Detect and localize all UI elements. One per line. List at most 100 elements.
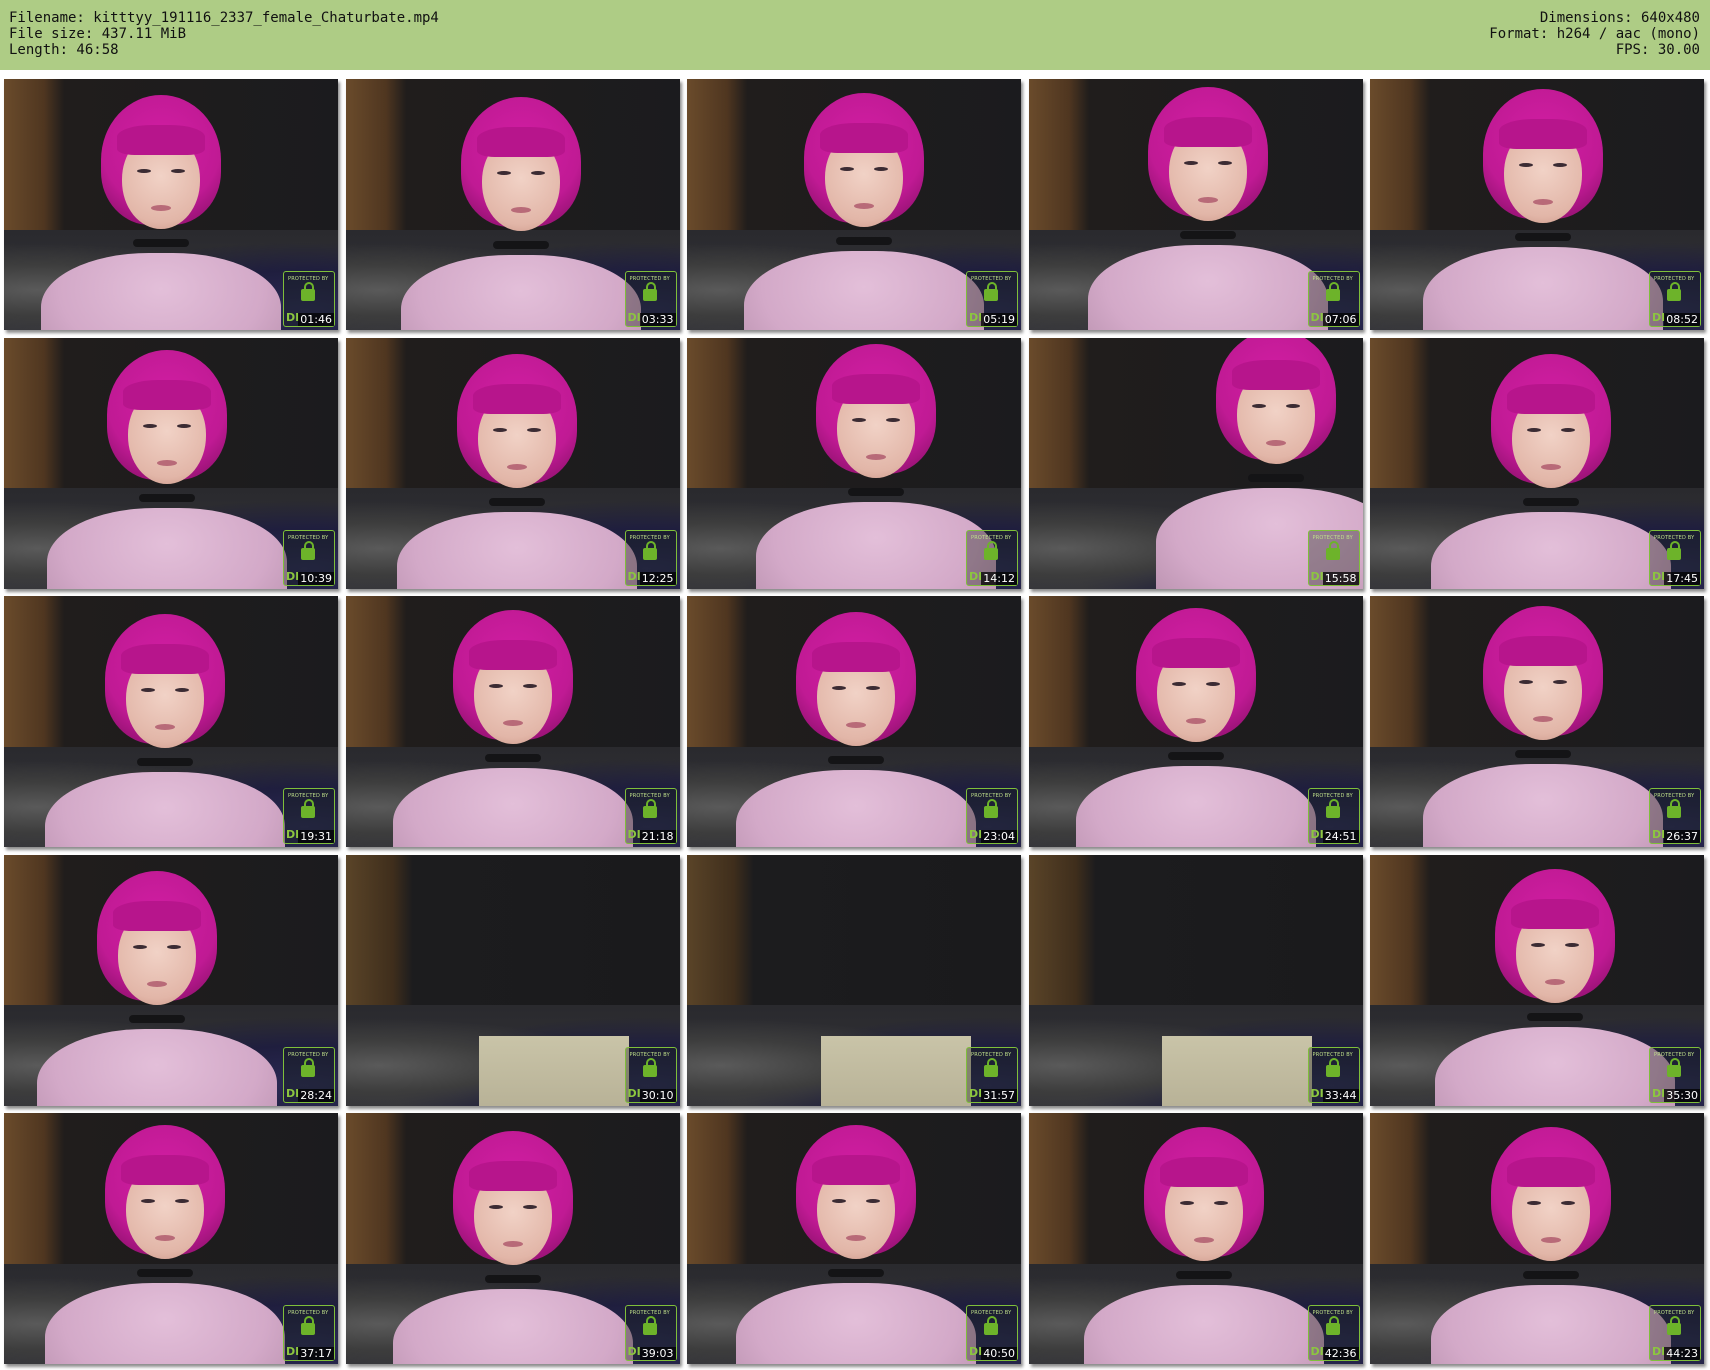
hair-bangs [1511,898,1599,929]
video-thumbnail: PROTECTED BY DI 30:10 [345,854,680,1106]
lips [1197,197,1218,203]
lips [151,205,171,211]
spiked-collar [1523,1271,1579,1280]
right-eye [1561,427,1575,432]
hair-bangs [472,383,561,414]
pink-shirt [396,511,637,589]
timestamp-label: 17:45 [1664,571,1700,585]
lips [157,459,177,466]
watermark-label: PROTECTED BY [971,534,1012,541]
timestamp-label: 12:25 [639,571,676,585]
watermark-logo-text: DI [1310,569,1324,583]
file-info: Filename: kitttyy_191116_2337_female_Cha… [9,10,439,58]
pink-shirt [1083,1285,1324,1365]
watermark-logo-text: DI [286,311,300,324]
hair-bangs [812,642,900,673]
video-thumbnail: PROTECTED BY DI 05:19 [687,79,1021,330]
spiked-collar [139,493,195,502]
spiked-collar [1175,1271,1232,1280]
spiked-collar [1523,497,1579,506]
watermark-logo-text: DI [969,311,983,324]
watermark-logo-text: DI [969,569,983,583]
pink-shirt [47,507,287,589]
left-eye [1531,942,1545,947]
left-eye [1183,161,1198,165]
lock-icon [1667,540,1681,560]
pink-shirt [1423,764,1663,848]
lock-icon [984,1057,998,1077]
lock-icon [642,282,657,301]
right-eye [1217,161,1232,165]
lips [1545,978,1565,985]
timestamp-label: 19:31 [298,830,334,844]
hair-bangs [820,123,908,153]
spiked-collar [1527,1012,1583,1021]
lock-icon [301,799,315,819]
watermark-logo-text: DI [627,1345,641,1359]
hair-bangs [1159,1157,1248,1188]
lock-icon [1325,540,1340,560]
left-eye [492,427,507,432]
watermark-label: PROTECTED BY [288,534,329,541]
length-text: Length: 46:58 [9,42,119,58]
watermark-logo-text: DI [1652,1086,1666,1100]
video-thumbnail: PROTECTED BY DI 12:25 [345,337,680,589]
watermark-label: PROTECTED BY [1654,1051,1695,1058]
video-thumbnail: PROTECTED BY DI 26:37 [1370,596,1704,848]
spiked-collar [137,758,193,767]
lock-icon [1667,1057,1681,1077]
right-eye [171,169,185,173]
video-thumbnail: PROTECTED BY DI 28:24 [4,854,338,1106]
video-thumbnail: PROTECTED BY DI 10:39 [4,337,338,589]
left-eye [1519,163,1533,167]
timestamp-label: 07:06 [1322,313,1359,326]
pink-shirt [1431,511,1671,589]
spiked-collar [1515,750,1571,759]
floor-area [820,1035,971,1106]
video-thumbnail: PROTECTED BY DI 37:17 [4,1113,338,1365]
video-thumbnail: PROTECTED BY DI 07:06 [1028,79,1363,330]
watermark-label: PROTECTED BY [1312,534,1353,541]
pink-shirt [392,1289,633,1365]
timestamp-label: 26:37 [1664,830,1700,844]
watermark-logo-text: DI [1652,311,1666,324]
watermark-label: PROTECTED BY [629,534,670,541]
watermark-logo-text: DI [627,828,641,842]
video-thumbnail: PROTECTED BY DI 15:58 [1028,337,1363,589]
timestamp-label: 31:57 [981,1088,1017,1102]
video-thumbnail: PROTECTED BY DI 17:45 [1370,337,1704,589]
spiked-collar [828,1269,884,1278]
left-eye [852,417,866,422]
spiked-collar [1247,473,1304,482]
video-thumbnail: PROTECTED BY DI 21:18 [345,596,680,848]
timestamp-label: 37:17 [298,1347,334,1361]
pink-shirt [1075,766,1316,848]
watermark-logo-text: DI [969,828,983,842]
lock-icon [1325,282,1340,301]
left-eye [840,167,854,171]
timestamp-label: 14:12 [981,571,1017,585]
video-thumbnail: PROTECTED BY DI 42:36 [1028,1113,1363,1365]
video-thumbnail: PROTECTED BY DI 08:52 [1370,79,1704,330]
hair-bangs [1151,638,1240,669]
timestamp-label: 33:44 [1322,1088,1359,1102]
pink-shirt [41,253,281,330]
spiked-collar [1167,752,1224,761]
watermark-logo-text: DI [1652,569,1666,583]
left-eye [1251,403,1266,408]
left-eye [143,423,157,428]
spiked-collar [1515,233,1571,241]
timestamp-label: 08:52 [1664,313,1700,326]
watermark-label: PROTECTED BY [1312,1051,1353,1058]
spiked-collar [137,1269,193,1278]
hair-bangs [812,1155,900,1186]
filename-text: Filename: kitttyy_191116_2337_female_Cha… [9,10,439,26]
pink-shirt [1087,245,1328,330]
timestamp-label: 01:46 [298,313,334,326]
right-eye [526,427,541,432]
watermark-logo-text: DI [627,311,641,324]
watermark-logo-text: DI [286,828,300,842]
pink-shirt [756,501,996,589]
pink-shirt [744,251,984,330]
info-header: Filename: kitttyy_191116_2337_female_Cha… [0,0,1710,70]
